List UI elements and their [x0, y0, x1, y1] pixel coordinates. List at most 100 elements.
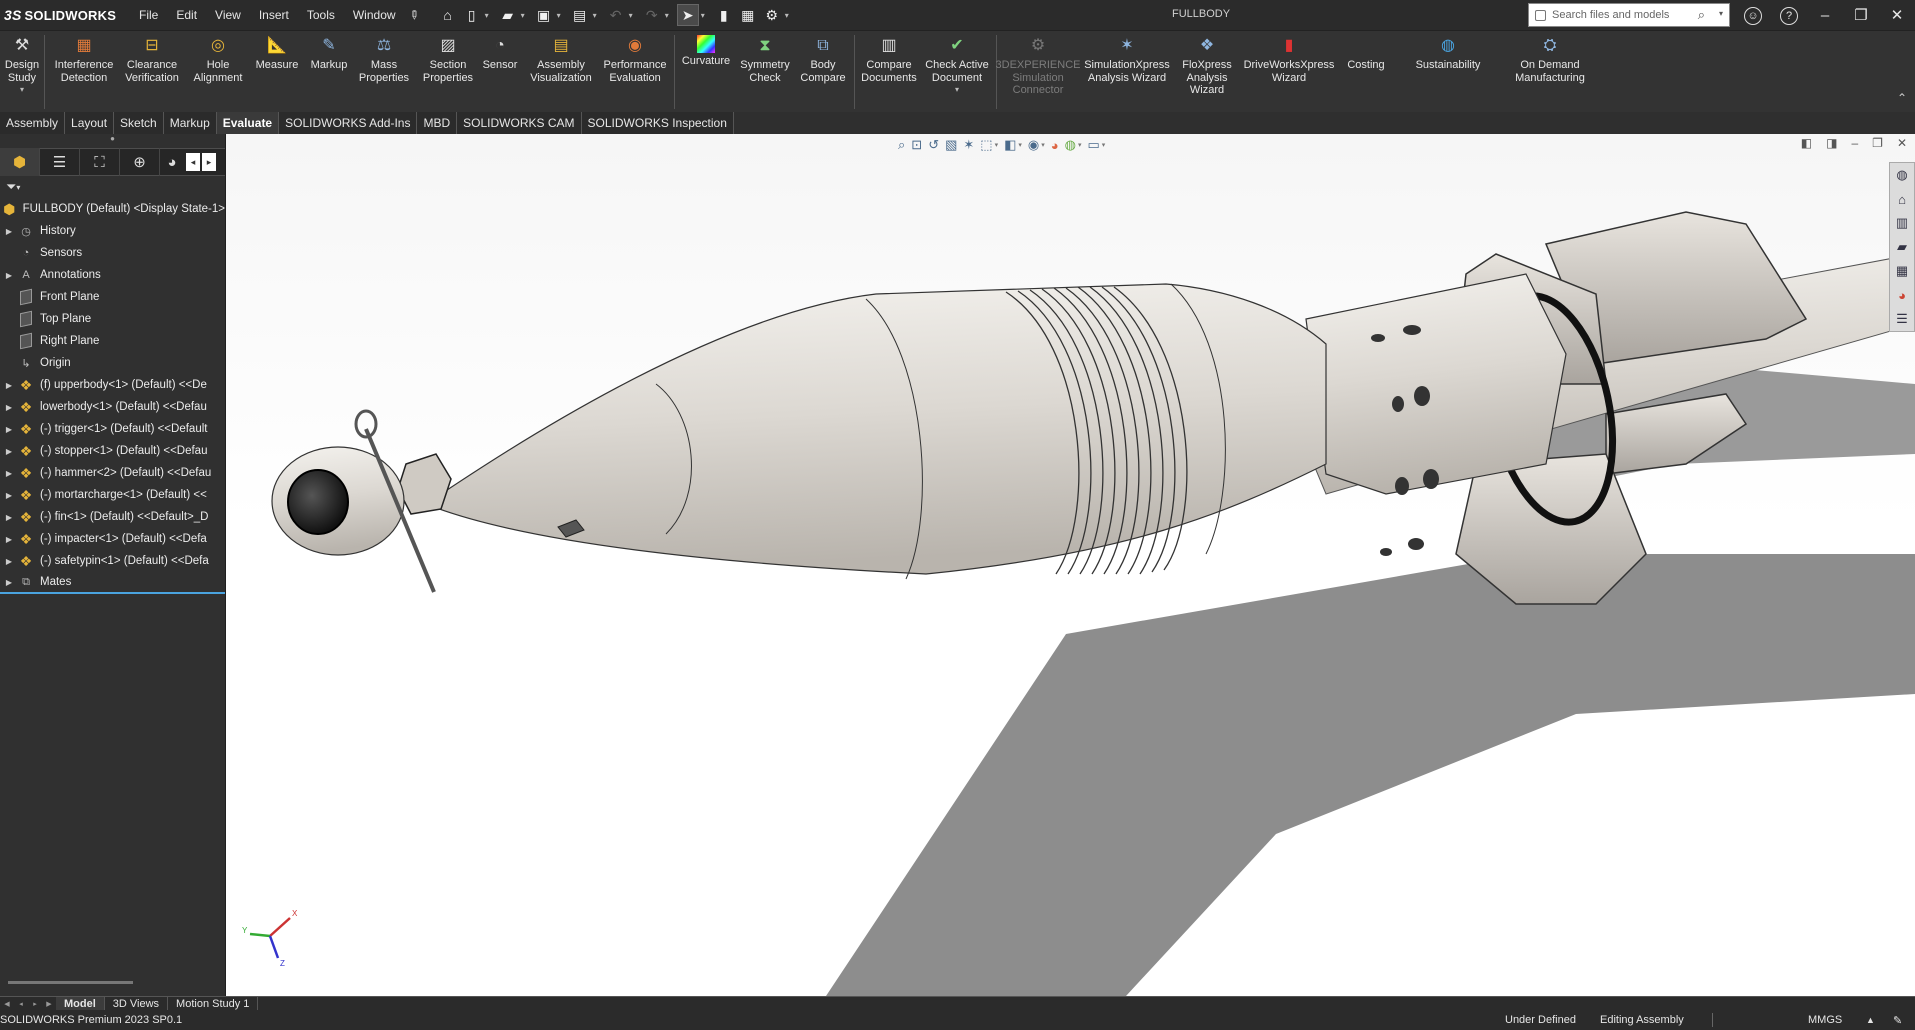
tab-sketch[interactable]: Sketch — [114, 112, 164, 134]
costing-button[interactable]: Costing — [1342, 35, 1390, 72]
horizontal-scrollbar[interactable] — [8, 981, 133, 984]
graphics-viewport[interactable]: ⌕ ⊡ ↺ ▧ ✶ ⬚ ▾ ◧ ▾ ◉ ▾ ◕ ◍ ▾ ▭ ▾ ◧ ◨ – ❐ ✕ ◍ ⌂… — [226, 134, 1915, 996]
search-box[interactable]: Search files and models ⌕ ▾ — [1528, 3, 1730, 27]
open-folder-icon[interactable]: ▰ — [497, 4, 519, 26]
section-properties-button[interactable]: ▨ Section Properties — [418, 35, 478, 84]
chevron-up-icon[interactable]: ▲ — [1866, 1015, 1875, 1025]
unit-system[interactable]: MMGS — [1808, 1014, 1842, 1026]
chevron-down-icon[interactable]: ▾ — [785, 11, 789, 20]
tree-item-annotations[interactable]: ▶ A Annotations — [0, 264, 225, 286]
solidworks-logo[interactable]: 3S SOLIDWORKS — [0, 7, 130, 23]
chevron-down-icon[interactable]: ▾ — [1018, 141, 1022, 149]
view-settings-icon[interactable]: ▭ — [1088, 137, 1100, 153]
file-explorer-icon[interactable]: ▰ — [1890, 235, 1914, 259]
viewport-minimize-icon[interactable]: – — [1851, 136, 1858, 150]
design-library-icon[interactable]: ▥ — [1890, 211, 1914, 235]
view-orientation-icon[interactable]: ⬚ — [980, 137, 992, 153]
menu-edit[interactable]: Edit — [167, 8, 206, 22]
expand-icon[interactable]: ▶ — [0, 447, 18, 456]
viewport-close-icon[interactable]: ✕ — [1897, 136, 1907, 150]
tab-assembly[interactable]: Assembly — [0, 112, 66, 134]
tab-motion-study[interactable]: Motion Study 1 — [168, 996, 259, 1011]
tree-item-component[interactable]: ▶ ❖ lowerbody<1> (Default) <<Defau — [0, 396, 225, 418]
compare-documents-button[interactable]: ▥ Compare Documents — [858, 35, 920, 84]
tree-item-component[interactable]: ▶ ❖ (-) safetypin<1> (Default) <<Defa — [0, 550, 225, 572]
mass-properties-button[interactable]: ⚖ Mass Properties — [356, 35, 412, 84]
tree-item-component[interactable]: ▶ ❖ (-) stopper<1> (Default) <<Defau — [0, 440, 225, 462]
expand-icon[interactable]: ▶ — [0, 381, 18, 390]
pin-icon[interactable]: ✎ — [405, 6, 422, 23]
zoom-to-area-icon[interactable]: ⊡ — [911, 137, 922, 153]
tree-item-front-plane[interactable]: Front Plane — [0, 286, 225, 308]
chevron-down-icon[interactable]: ▾ — [955, 84, 959, 97]
restore-icon[interactable]: ❐ — [1843, 6, 1879, 24]
simulation-connector-button[interactable]: ⚙ 3DEXPERIENCE Simulation Connector — [996, 35, 1081, 97]
tree-item-mates[interactable]: ▶ ⧉ Mates — [0, 572, 225, 594]
tree-item-component[interactable]: ▶ ❖ (-) trigger<1> (Default) <<Default — [0, 418, 225, 440]
new-document-icon[interactable]: ▯ — [461, 4, 483, 26]
chevron-down-icon[interactable]: ▾ — [557, 11, 561, 20]
tile-right-icon[interactable]: ◨ — [1826, 136, 1837, 150]
property-manager-tab-icon[interactable]: ☰ — [40, 148, 80, 176]
collapse-ribbon-icon[interactable]: ⌃ — [1897, 91, 1907, 105]
panel-grip[interactable]: ● — [0, 134, 225, 148]
on-demand-manufacturing-button[interactable]: ⛭ On Demand Manufacturing — [1500, 35, 1600, 84]
tree-item-top-plane[interactable]: Top Plane — [0, 308, 225, 330]
check-active-document-button[interactable]: ✔ Check Active Document ▾ — [922, 35, 992, 97]
curvature-button[interactable]: Curvature — [678, 35, 734, 68]
tab-solidworks-inspection[interactable]: SOLIDWORKS Inspection — [581, 112, 734, 134]
apply-scene-icon[interactable]: ◍ — [1065, 137, 1076, 153]
last-tab-icon[interactable]: ▶ — [42, 1000, 56, 1008]
menu-file[interactable]: File — [130, 8, 167, 22]
expand-icon[interactable]: ▶ — [0, 491, 18, 500]
chevron-down-icon[interactable]: ▾ — [485, 11, 489, 20]
hide-show-items-icon[interactable]: ◉ — [1028, 137, 1039, 153]
expand-icon[interactable]: ▶ — [0, 271, 18, 280]
tree-root[interactable]: ⬢ FULLBODY (Default) <Display State-1> — [0, 198, 225, 220]
view-palette-icon[interactable]: ▦ — [1890, 259, 1914, 283]
interference-detection-button[interactable]: ▦ Interference Detection — [50, 35, 118, 84]
expand-icon[interactable]: ▶ — [0, 469, 18, 478]
zoom-to-fit-icon[interactable]: ⌕ — [898, 137, 905, 153]
expand-icon[interactable]: ▶ — [0, 578, 18, 587]
select-pointer-icon[interactable]: ➤ — [676, 4, 699, 26]
chevron-down-icon[interactable]: ▾ — [1078, 141, 1082, 149]
chevron-down-icon[interactable]: ▾ — [701, 11, 705, 20]
measure-button[interactable]: 📐 Measure — [252, 35, 302, 72]
clearance-verification-button[interactable]: ⊟ Clearance Verification — [120, 35, 184, 84]
expand-icon[interactable]: ▶ — [0, 557, 18, 566]
prev-tab-icon[interactable]: ◂ — [14, 1000, 28, 1008]
dynamic-annotation-icon[interactable]: ✶ — [963, 137, 974, 153]
edit-appearance-icon[interactable]: ◕ — [1051, 138, 1059, 153]
chevron-down-icon[interactable]: ▾ — [1102, 141, 1106, 149]
tree-item-component[interactable]: ▶ ❖ (-) impacter<1> (Default) <<Defa — [0, 528, 225, 550]
expand-icon[interactable]: ▶ — [0, 403, 18, 412]
section-view-icon[interactable]: ▧ — [945, 137, 957, 153]
tab-3d-views[interactable]: 3D Views — [105, 996, 169, 1011]
chevron-down-icon[interactable]: ▾ — [521, 11, 525, 20]
chevron-down-icon[interactable]: ▾ — [1719, 9, 1723, 18]
home-icon[interactable]: ⌂ — [437, 4, 459, 26]
tab-markup[interactable]: Markup — [163, 112, 217, 134]
appearances-icon[interactable]: ◕ — [1890, 283, 1914, 307]
menu-insert[interactable]: Insert — [250, 8, 298, 22]
home-icon[interactable]: ⌂ — [1890, 187, 1914, 211]
chevron-down-icon[interactable]: ▾ — [629, 11, 633, 20]
simulationxpress-button[interactable]: ✶ SimulationXpress Analysis Wizard — [1080, 35, 1174, 84]
driveworksxpress-button[interactable]: ▮ DriveWorksXpress Wizard — [1238, 35, 1340, 84]
undo-icon[interactable]: ↶ — [605, 4, 627, 26]
performance-evaluation-button[interactable]: ◉ Performance Evaluation — [600, 35, 670, 84]
help-icon[interactable]: ? — [1771, 6, 1807, 25]
scroll-left-icon[interactable]: ◂ — [186, 153, 200, 171]
chevron-down-icon[interactable]: ▾ — [995, 141, 999, 149]
tree-item-component[interactable]: ▶ ❖ (f) upperbody<1> (Default) <<De — [0, 374, 225, 396]
tree-item-right-plane[interactable]: Right Plane — [0, 330, 225, 352]
design-study-button[interactable]: ⚒ Design Study ▾ — [4, 35, 40, 97]
custom-properties-icon[interactable]: ☰ — [1890, 307, 1914, 331]
chevron-down-icon[interactable]: ▾ — [1041, 141, 1045, 149]
chevron-down-icon[interactable]: ▾ — [665, 11, 669, 20]
expand-icon[interactable]: ▶ — [0, 513, 18, 522]
traffic-light-icon[interactable]: ▮ — [713, 4, 735, 26]
previous-view-icon[interactable]: ↺ — [928, 137, 939, 153]
next-tab-icon[interactable]: ▸ — [28, 1000, 42, 1008]
